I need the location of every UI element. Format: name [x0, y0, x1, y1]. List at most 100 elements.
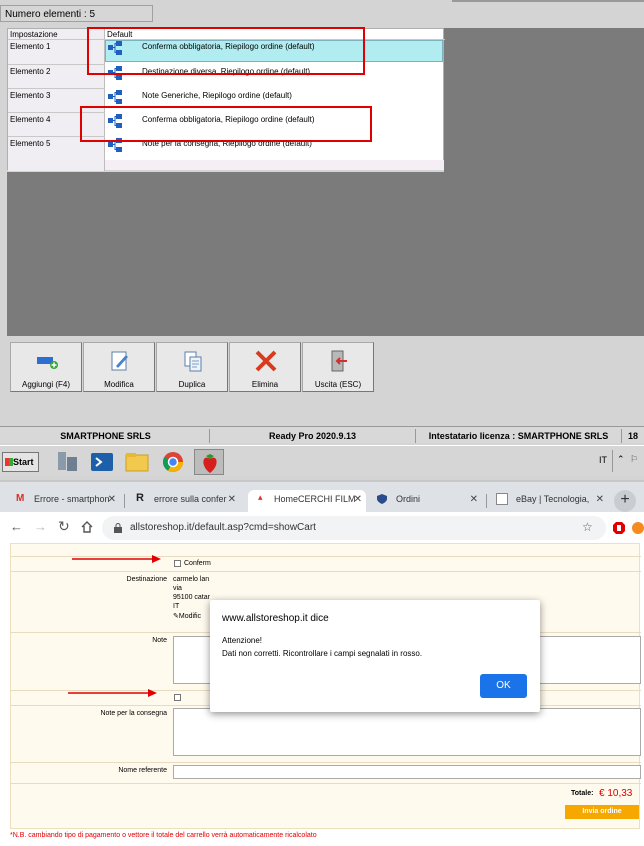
tray-chevron-icon[interactable]: ⌃	[617, 454, 625, 465]
exit-icon	[331, 350, 347, 372]
close-icon[interactable]: ✕	[354, 494, 362, 505]
status-version: Ready Pro 2020.9.13	[210, 429, 416, 443]
tab-label: errore sulla confer	[154, 494, 227, 504]
dialog-title: www.allstoreshop.it dice	[222, 613, 329, 624]
edit-button-label: Modifica	[104, 380, 134, 389]
destination-line: 95100 catar	[173, 594, 210, 601]
row-label: Elemento 4	[10, 115, 51, 124]
alert-dialog: www.allstoreshop.it dice Attenzione! Dat…	[210, 600, 540, 712]
row-label: Elemento 1	[10, 42, 51, 51]
tab-separator	[124, 494, 125, 508]
destination-line: via	[173, 585, 182, 592]
shield-icon	[377, 494, 387, 504]
add-button-label: Aggiungi (F4)	[21, 380, 71, 389]
tray-flag-icon[interactable]: ⚐	[630, 454, 638, 465]
url-text: allstoreshop.it/default.asp?cmd=showCart	[130, 522, 316, 533]
red-arrow-icon	[72, 555, 161, 563]
status-extra: 18	[627, 431, 638, 441]
taskbar-explorer-icon[interactable]	[122, 449, 152, 475]
grid-background-bottom	[7, 172, 644, 336]
close-icon[interactable]: ✕	[470, 494, 478, 505]
element-count: Numero elementi : 5	[0, 5, 153, 22]
forward-icon[interactable]: →	[34, 519, 47, 534]
exit-button[interactable]: Uscita (ESC)	[302, 342, 374, 392]
delivery-checkbox[interactable]	[174, 694, 181, 701]
referent-label: Nome referente	[118, 767, 167, 774]
star-icon[interactable]: ☆	[582, 520, 593, 534]
confirm-label: Conferm	[184, 560, 211, 567]
tab-strip: M Errore - smartphon ✕ R errore sulla con…	[0, 482, 644, 512]
taskbar-powershell-icon[interactable]	[87, 449, 117, 475]
address-bar[interactable]: allstoreshop.it/default.asp?cmd=showCart…	[102, 516, 606, 540]
destination-line: carmelo lan	[173, 576, 210, 583]
confirm-checkbox[interactable]	[174, 560, 181, 567]
delete-icon	[255, 350, 277, 372]
chrome-window: M Errore - smartphon ✕ R errore sulla con…	[0, 482, 644, 846]
extension-icon[interactable]	[631, 521, 644, 535]
status-company: SMARTPHONE SRLS	[2, 429, 210, 443]
shop-favicon-icon: ▴	[258, 492, 263, 502]
tab-label: Errore - smartphon	[34, 494, 110, 504]
taskbar-strawberry-icon[interactable]	[194, 449, 224, 475]
back-icon[interactable]: ←	[10, 519, 23, 534]
home-icon[interactable]	[80, 520, 94, 534]
close-icon[interactable]: ✕	[228, 494, 236, 505]
add-icon	[37, 357, 58, 369]
dialog-line-1: Attenzione!	[222, 636, 263, 645]
status-bar: SMARTPHONE SRLS Ready Pro 2020.9.13 Inte…	[0, 426, 644, 443]
tree-node-icon	[108, 90, 122, 104]
close-icon[interactable]: ✕	[108, 494, 116, 505]
tab-gmail[interactable]: M Errore - smartphon ✕	[8, 490, 120, 512]
delete-button-label: Elimina	[251, 380, 279, 389]
grid-background-right	[444, 28, 644, 172]
row-label: Elemento 5	[10, 139, 51, 148]
start-label: Start	[13, 457, 34, 467]
ok-button[interactable]: OK	[480, 674, 527, 698]
new-tab-button[interactable]: +	[614, 490, 636, 512]
taskbar-chrome-icon[interactable]	[158, 449, 188, 475]
reload-icon[interactable]: ↻	[58, 518, 70, 535]
tab-ordini[interactable]: Ordini ✕	[370, 490, 482, 512]
add-button[interactable]: Aggiungi (F4)	[10, 342, 82, 392]
tab-readypro-forum[interactable]: R errore sulla confer ✕	[128, 490, 240, 512]
annotation-box-2	[80, 106, 372, 142]
close-icon[interactable]: ✕	[596, 494, 604, 505]
cart-page: Conferm Destinazione carmelo lan via 951…	[0, 543, 644, 846]
send-order-button[interactable]: Invia ordine	[565, 805, 639, 819]
taskbar: Start IT ⌃ ⚐	[0, 445, 644, 476]
tab-separator	[486, 494, 487, 508]
total-label: Totale:	[571, 790, 594, 797]
form-separator	[11, 762, 641, 763]
taskbar-language[interactable]: IT	[599, 455, 607, 465]
row-value: Note Generiche, Riepilogo ordine (defaul…	[142, 91, 292, 100]
annotation-box-1	[87, 27, 365, 75]
duplicate-button[interactable]: Duplica	[156, 342, 228, 392]
notes-label: Note	[152, 637, 167, 644]
tab-allstoreshop[interactable]: ▴ HomeCERCHI FILM ✕	[248, 490, 366, 512]
adblock-icon[interactable]	[612, 521, 626, 535]
tab-label: eBay | Tecnologia,	[516, 494, 590, 504]
delivery-notes-textarea[interactable]	[173, 708, 641, 756]
modify-link[interactable]: ✎Modific	[173, 612, 201, 620]
edit-button[interactable]: Modifica	[83, 342, 155, 392]
tab-ebay[interactable]: eBay | Tecnologia, ✕	[490, 490, 608, 512]
edit-icon	[111, 351, 128, 371]
red-arrow-icon	[68, 689, 157, 697]
row-label: Elemento 3	[10, 91, 51, 100]
dialog-line-2: Dati non corretti. Ricontrollare i campi…	[222, 649, 423, 658]
taskbar-server-icon[interactable]	[52, 449, 82, 475]
tray-divider	[612, 450, 613, 472]
row-label: Elemento 2	[10, 67, 51, 76]
destination-label: Destinazione	[126, 576, 167, 583]
delete-button[interactable]: Elimina	[229, 342, 301, 392]
referent-input[interactable]	[173, 765, 641, 779]
start-button[interactable]: Start	[2, 452, 39, 472]
grid-header-impostazione[interactable]: Impostazione	[10, 30, 58, 39]
r-logo-icon: R	[136, 492, 144, 504]
screenshot-root: Numero elementi : 5 Impostazione Default…	[0, 0, 644, 846]
grid-empty-row	[105, 160, 444, 170]
status-license: Intestatario licenza : SMARTPHONE SRLS	[416, 429, 622, 443]
destination-line: IT	[173, 603, 180, 610]
top-divider	[452, 0, 644, 2]
windows-flag-icon	[5, 458, 13, 466]
